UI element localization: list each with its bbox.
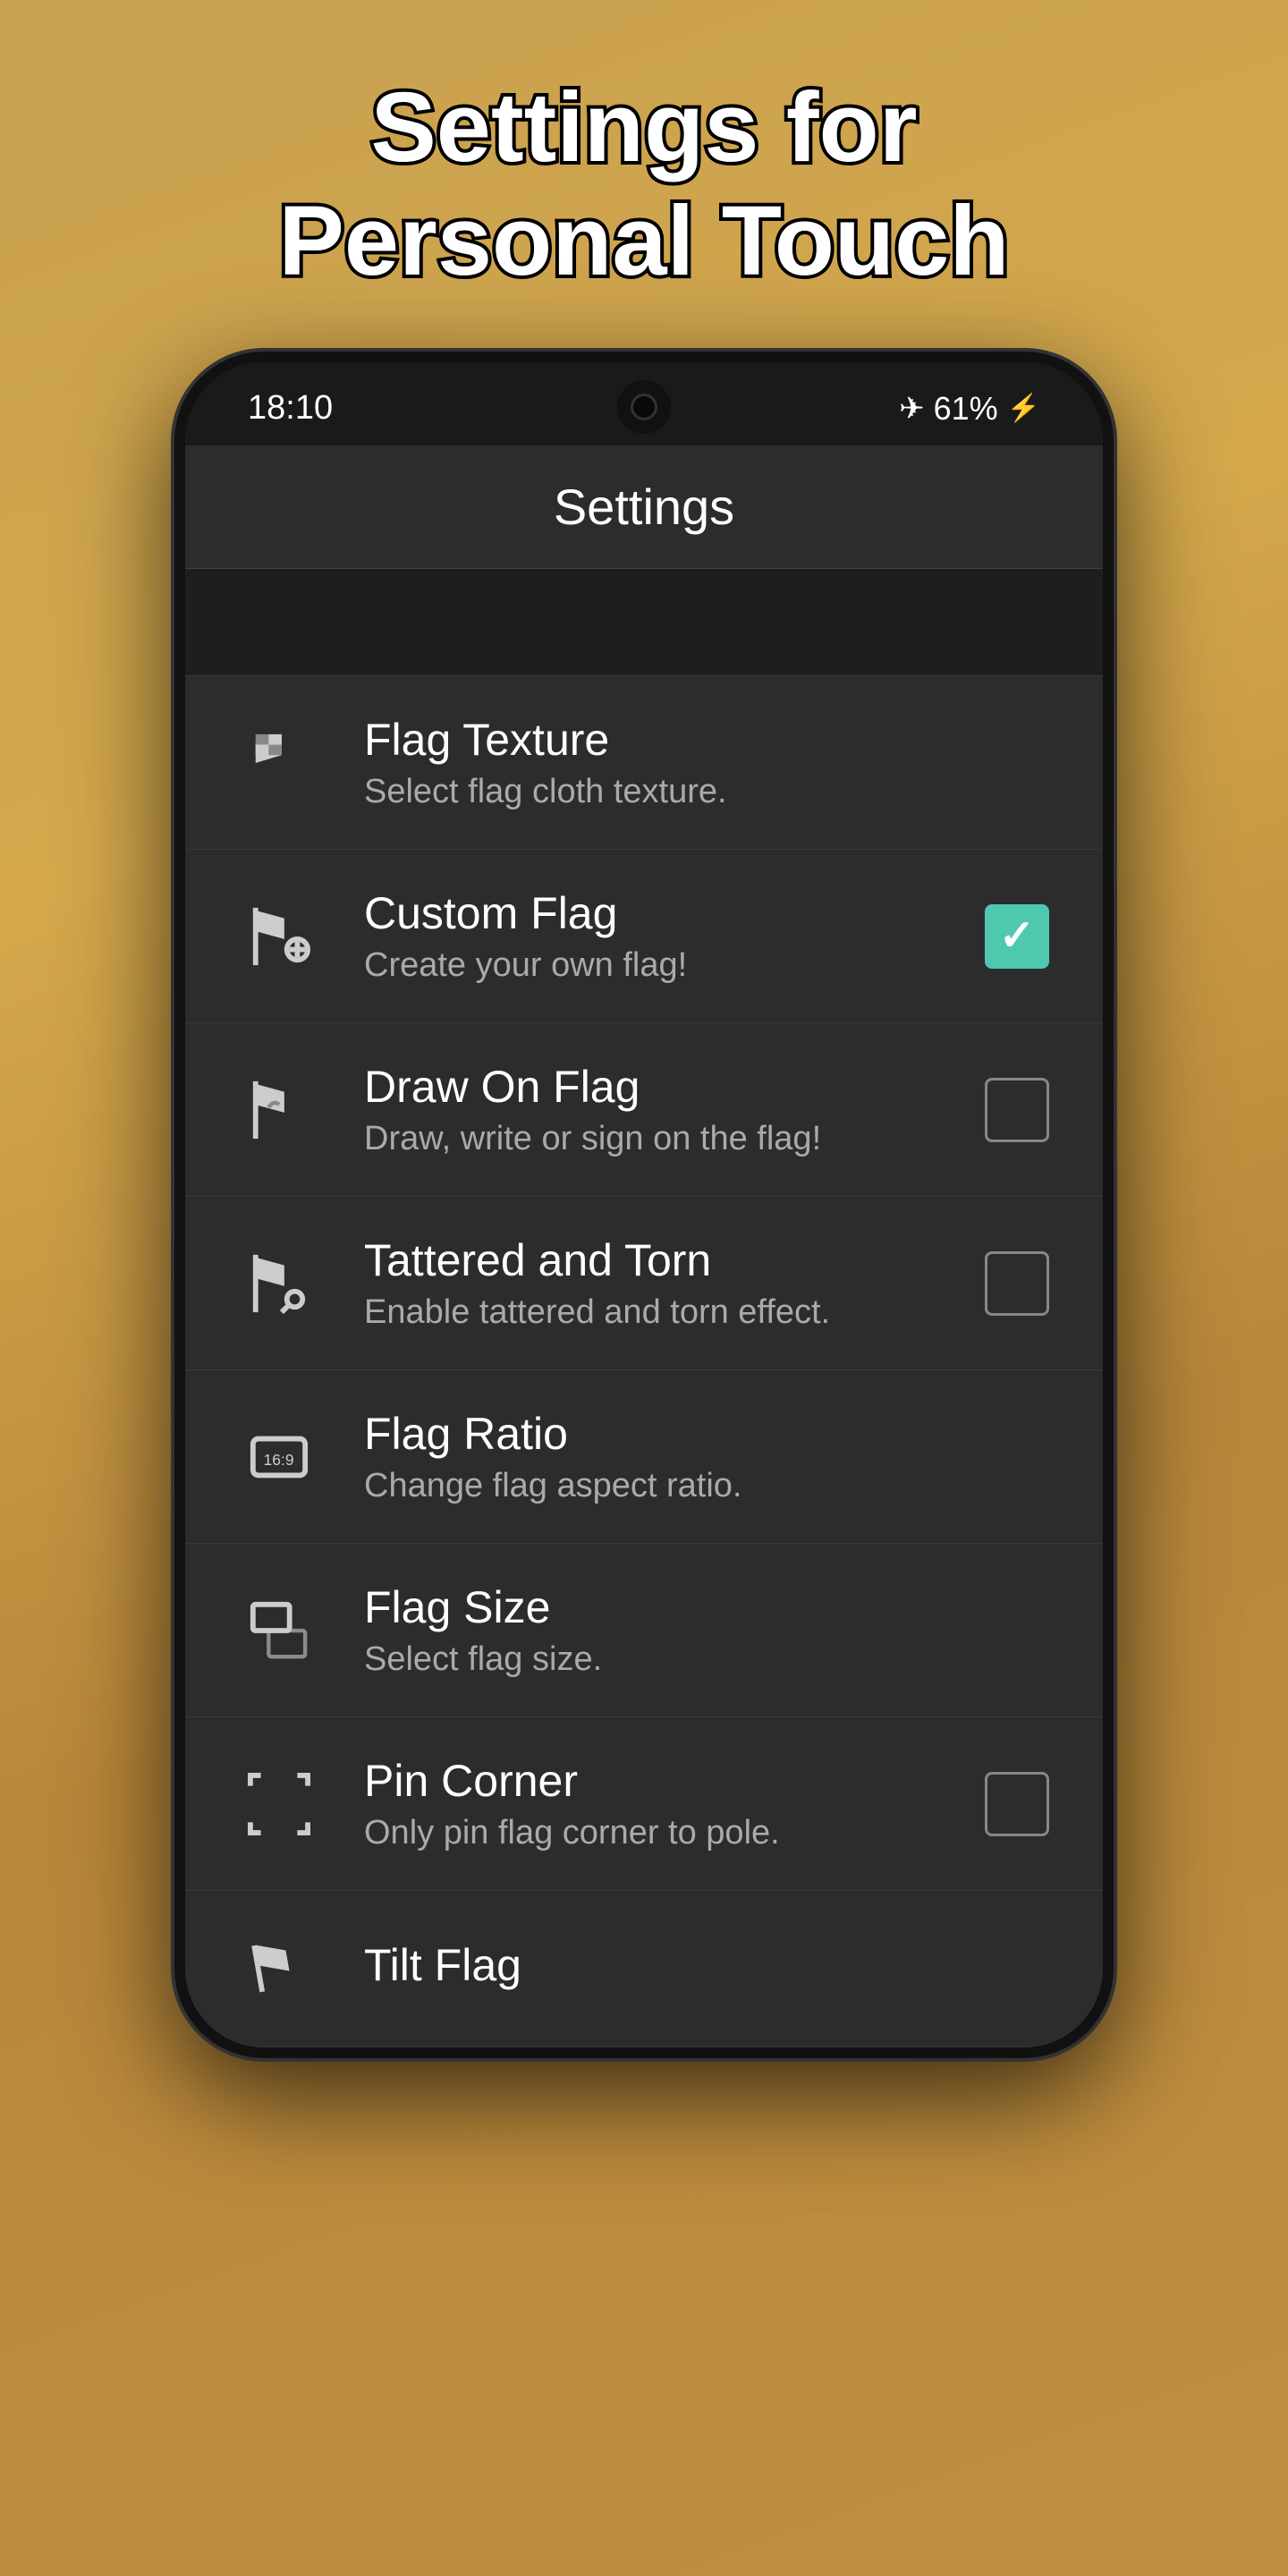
- settings-item-flag-size[interactable]: Flag Size Select flag size.: [185, 1544, 1103, 1717]
- flag-texture-text: Flag Texture Select flag cloth texture.: [364, 714, 1049, 811]
- custom-flag-icon: [239, 896, 319, 977]
- settings-item-draw-on-flag[interactable]: Draw On Flag Draw, write or sign on the …: [185, 1023, 1103, 1197]
- page-title-line2: Personal Touch: [279, 185, 1010, 299]
- pin-corner-title: Pin Corner: [364, 1755, 985, 1807]
- status-time: 18:10: [248, 389, 333, 428]
- tilt-flag-icon: [239, 1928, 319, 2009]
- settings-item-tattered-torn[interactable]: Tattered and Torn Enable tattered and to…: [185, 1197, 1103, 1370]
- flag-size-title: Flag Size: [364, 1581, 1049, 1633]
- draw-on-flag-checkbox[interactable]: [985, 1078, 1049, 1142]
- custom-flag-text: Custom Flag Create your own flag!: [364, 887, 985, 985]
- page-title-line1: Settings for: [279, 72, 1010, 185]
- airplane-icon: ✈: [899, 391, 925, 427]
- flag-size-text: Flag Size Select flag size.: [364, 1581, 1049, 1679]
- settings-item-tilt-flag[interactable]: Tilt Flag: [185, 1891, 1103, 2047]
- settings-item-flag-ratio[interactable]: 16:9 Flag Ratio Change flag aspect ratio…: [185, 1370, 1103, 1544]
- flag-size-icon: [239, 1590, 319, 1671]
- custom-flag-title: Custom Flag: [364, 887, 985, 939]
- camera-dot: [631, 394, 657, 420]
- tattered-torn-text: Tattered and Torn Enable tattered and to…: [364, 1234, 985, 1332]
- svg-text:16:9: 16:9: [264, 1450, 294, 1468]
- camera-notch: [617, 380, 671, 434]
- settings-item-custom-flag[interactable]: Custom Flag Create your own flag!: [185, 850, 1103, 1023]
- draw-on-flag-subtitle: Draw, write or sign on the flag!: [364, 1120, 985, 1158]
- app-bar: Settings: [185, 445, 1103, 569]
- pin-corner-checkbox[interactable]: [985, 1772, 1049, 1836]
- pin-corner-subtitle: Only pin flag corner to pole.: [364, 1814, 985, 1852]
- phone-frame: 18:10 ✈ 61% ⚡ Settings: [174, 352, 1114, 2058]
- battery-text: 61%: [934, 390, 998, 428]
- divider-section: [185, 569, 1103, 676]
- flag-texture-icon: [239, 723, 319, 803]
- tattered-torn-subtitle: Enable tattered and torn effect.: [364, 1293, 985, 1332]
- draw-on-flag-text: Draw On Flag Draw, write or sign on the …: [364, 1061, 985, 1158]
- flag-ratio-icon: 16:9: [239, 1417, 319, 1497]
- flag-ratio-subtitle: Change flag aspect ratio.: [364, 1467, 1049, 1505]
- pin-corner-icon: [239, 1764, 319, 1844]
- tattered-torn-title: Tattered and Torn: [364, 1234, 985, 1286]
- battery-bolt-icon: ⚡: [1007, 393, 1040, 424]
- status-bar: 18:10 ✈ 61% ⚡: [185, 362, 1103, 445]
- flag-ratio-title: Flag Ratio: [364, 1408, 1049, 1460]
- app-bar-title: Settings: [239, 478, 1049, 536]
- flag-ratio-text: Flag Ratio Change flag aspect ratio.: [364, 1408, 1049, 1505]
- custom-flag-checkbox[interactable]: [985, 904, 1049, 969]
- custom-flag-subtitle: Create your own flag!: [364, 946, 985, 985]
- flag-size-subtitle: Select flag size.: [364, 1640, 1049, 1679]
- tilt-flag-text: Tilt Flag: [364, 1939, 1049, 1998]
- tattered-torn-checkbox[interactable]: [985, 1251, 1049, 1316]
- status-bar-right: ✈ 61% ⚡: [899, 390, 1040, 428]
- tilt-flag-title: Tilt Flag: [364, 1939, 1049, 1991]
- draw-on-flag-icon: [239, 1070, 319, 1150]
- flag-texture-title: Flag Texture: [364, 714, 1049, 766]
- settings-item-flag-texture[interactable]: Flag Texture Select flag cloth texture.: [185, 676, 1103, 850]
- flag-texture-subtitle: Select flag cloth texture.: [364, 773, 1049, 811]
- settings-item-pin-corner[interactable]: Pin Corner Only pin flag corner to pole.: [185, 1717, 1103, 1891]
- phone-wrapper: 18:10 ✈ 61% ⚡ Settings: [152, 352, 1136, 2576]
- tattered-torn-icon: [239, 1243, 319, 1324]
- page-title: Settings for Personal Touch: [279, 72, 1010, 298]
- settings-list: Flag Texture Select flag cloth texture.: [185, 676, 1103, 2047]
- pin-corner-text: Pin Corner Only pin flag corner to pole.: [364, 1755, 985, 1852]
- draw-on-flag-title: Draw On Flag: [364, 1061, 985, 1113]
